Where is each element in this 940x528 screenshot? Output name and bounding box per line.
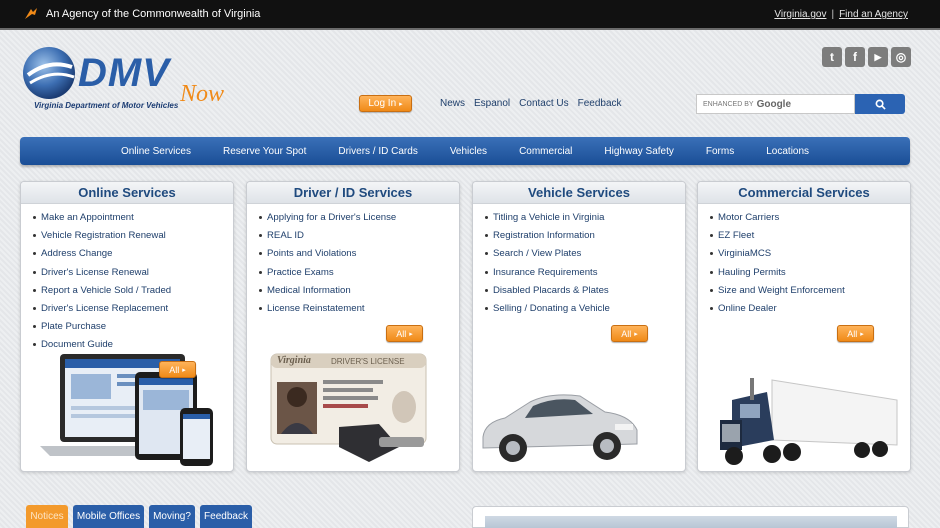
list-item[interactable]: VirginiaMCS bbox=[698, 245, 910, 263]
logo-subtitle: Virginia Department of Motor Vehicles bbox=[34, 101, 179, 110]
driver-id-services-list: Applying for a Driver's License REAL ID … bbox=[247, 209, 459, 318]
featured-image bbox=[485, 516, 897, 528]
all-label: All bbox=[621, 328, 632, 339]
chevron-right-icon: ▸ bbox=[860, 330, 864, 338]
driver-id-services-panel: Driver / ID Services Applying for a Driv… bbox=[246, 181, 460, 472]
panel-title[interactable]: Commercial Services bbox=[698, 182, 910, 204]
search-icon bbox=[875, 99, 886, 110]
nav-commercial[interactable]: Commercial bbox=[519, 146, 572, 157]
search-enhanced-label: ENHANCED BY bbox=[703, 100, 754, 108]
chevron-right-icon: ▸ bbox=[399, 100, 403, 108]
list-item[interactable]: Address Change bbox=[21, 245, 233, 263]
commercial-services-panel: Commercial Services Motor Carriers EZ Fl… bbox=[697, 181, 911, 472]
tab-feedback[interactable]: Feedback bbox=[200, 505, 252, 528]
find-agency-link[interactable]: Find an Agency bbox=[839, 9, 908, 20]
tab-moving[interactable]: Moving? bbox=[149, 505, 195, 528]
online-services-list: Make an Appointment Vehicle Registration… bbox=[21, 209, 233, 355]
all-label: All bbox=[396, 328, 407, 339]
nav-drivers-id-cards[interactable]: Drivers / ID Cards bbox=[338, 146, 417, 157]
agency-links: Virginia.gov | Find an Agency bbox=[774, 9, 908, 20]
drivers-license-illustration: Virginia DRIVER'S LICENSE bbox=[269, 352, 429, 466]
list-item[interactable]: Practice Exams bbox=[247, 264, 459, 282]
news-link[interactable]: News bbox=[440, 98, 465, 109]
agency-bar: An Agency of the Commonwealth of Virgini… bbox=[0, 0, 940, 30]
driver-id-all-button[interactable]: All ▸ bbox=[386, 325, 423, 342]
feedback-link[interactable]: Feedback bbox=[578, 98, 622, 109]
list-item[interactable]: Plate Purchase bbox=[21, 318, 233, 336]
nav-reserve-your-spot[interactable]: Reserve Your Spot bbox=[223, 146, 306, 157]
list-item[interactable]: EZ Fleet bbox=[698, 227, 910, 245]
main-nav: Online Services Reserve Your Spot Driver… bbox=[20, 137, 910, 165]
nav-vehicles[interactable]: Vehicles bbox=[450, 146, 487, 157]
list-item[interactable]: Online Dealer bbox=[698, 300, 910, 318]
search-button[interactable] bbox=[855, 94, 905, 114]
nav-online-services[interactable]: Online Services bbox=[121, 146, 191, 157]
nav-locations[interactable]: Locations bbox=[766, 146, 809, 157]
commercial-services-list: Motor Carriers EZ Fleet VirginiaMCS Haul… bbox=[698, 209, 910, 318]
list-item[interactable]: Driver's License Renewal bbox=[21, 264, 233, 282]
featured-panel bbox=[472, 506, 909, 528]
contact-us-link[interactable]: Contact Us bbox=[519, 98, 568, 109]
list-item[interactable]: Points and Violations bbox=[247, 245, 459, 263]
virginia-agency-icon bbox=[25, 8, 37, 19]
list-item[interactable]: Registration Information bbox=[473, 227, 685, 245]
social-links: t f ▶ ◎ bbox=[822, 47, 911, 67]
list-item[interactable]: Hauling Permits bbox=[698, 264, 910, 282]
online-services-all-button[interactable]: All ▸ bbox=[159, 361, 196, 378]
logo-brand: DMV bbox=[78, 51, 170, 95]
chevron-right-icon: ▸ bbox=[182, 366, 186, 374]
agency-text: An Agency of the Commonwealth of Virgini… bbox=[46, 8, 261, 20]
login-button[interactable]: Log In ▸ bbox=[359, 95, 412, 112]
list-item[interactable]: Size and Weight Enforcement bbox=[698, 282, 910, 300]
commercial-all-button[interactable]: All ▸ bbox=[837, 325, 874, 342]
login-label: Log In bbox=[368, 98, 397, 109]
list-item[interactable]: Insurance Requirements bbox=[473, 264, 685, 282]
nav-forms[interactable]: Forms bbox=[706, 146, 734, 157]
list-item[interactable]: Motor Carriers bbox=[698, 209, 910, 227]
vehicle-services-list: Titling a Vehicle in Virginia Registrati… bbox=[473, 209, 685, 318]
youtube-icon[interactable]: ▶ bbox=[868, 47, 888, 67]
list-item[interactable]: Selling / Donating a Vehicle bbox=[473, 300, 685, 318]
chevron-right-icon: ▸ bbox=[409, 330, 413, 338]
google-brand: Google bbox=[756, 98, 792, 110]
tab-mobile-offices[interactable]: Mobile Offices bbox=[73, 505, 144, 528]
devices-illustration bbox=[40, 354, 213, 466]
panel-title[interactable]: Vehicle Services bbox=[473, 182, 685, 204]
list-item[interactable]: Titling a Vehicle in Virginia bbox=[473, 209, 685, 227]
car-illustration bbox=[482, 394, 638, 462]
vehicle-services-panel: Vehicle Services Titling a Vehicle in Vi… bbox=[472, 181, 686, 472]
vehicle-all-button[interactable]: All ▸ bbox=[611, 325, 648, 342]
twitter-icon[interactable]: t bbox=[822, 47, 842, 67]
list-item[interactable]: Disabled Placards & Plates bbox=[473, 282, 685, 300]
list-item[interactable]: Make an Appointment bbox=[21, 209, 233, 227]
list-item[interactable]: Report a Vehicle Sold / Traded bbox=[21, 282, 233, 300]
list-item[interactable]: REAL ID bbox=[247, 227, 459, 245]
header-links: News Espanol Contact Us Feedback bbox=[440, 98, 631, 109]
online-services-panel: Online Services Make an Appointment Vehi… bbox=[20, 181, 234, 472]
instagram-icon[interactable]: ◎ bbox=[891, 47, 911, 67]
logo-tagline: Now bbox=[180, 81, 225, 107]
facebook-icon[interactable]: f bbox=[845, 47, 865, 67]
license-state: Virginia bbox=[277, 355, 311, 366]
tab-notices[interactable]: Notices bbox=[26, 505, 68, 528]
license-card-graphic bbox=[270, 353, 427, 462]
chevron-right-icon: ▸ bbox=[634, 330, 638, 338]
panel-title[interactable]: Driver / ID Services bbox=[247, 182, 459, 204]
list-item[interactable]: Vehicle Registration Renewal bbox=[21, 227, 233, 245]
all-label: All bbox=[847, 328, 858, 339]
license-label: DRIVER'S LICENSE bbox=[331, 357, 405, 366]
truck-illustration bbox=[720, 378, 898, 465]
virginia-gov-link[interactable]: Virginia.gov bbox=[774, 9, 826, 20]
list-item[interactable]: License Reinstatement bbox=[247, 300, 459, 318]
dmv-now-logo[interactable]: DMV Now Virginia Department of Motor Veh… bbox=[22, 45, 242, 120]
all-label: All bbox=[169, 364, 180, 375]
nav-highway-safety[interactable]: Highway Safety bbox=[604, 146, 673, 157]
list-item[interactable]: Driver's License Replacement bbox=[21, 300, 233, 318]
list-item[interactable]: Medical Information bbox=[247, 282, 459, 300]
list-item[interactable]: Applying for a Driver's License bbox=[247, 209, 459, 227]
list-item[interactable]: Search / View Plates bbox=[473, 245, 685, 263]
espanol-link[interactable]: Espanol bbox=[474, 98, 510, 109]
search-input[interactable]: ENHANCED BY Google bbox=[696, 94, 855, 114]
panel-title[interactable]: Online Services bbox=[21, 182, 233, 204]
